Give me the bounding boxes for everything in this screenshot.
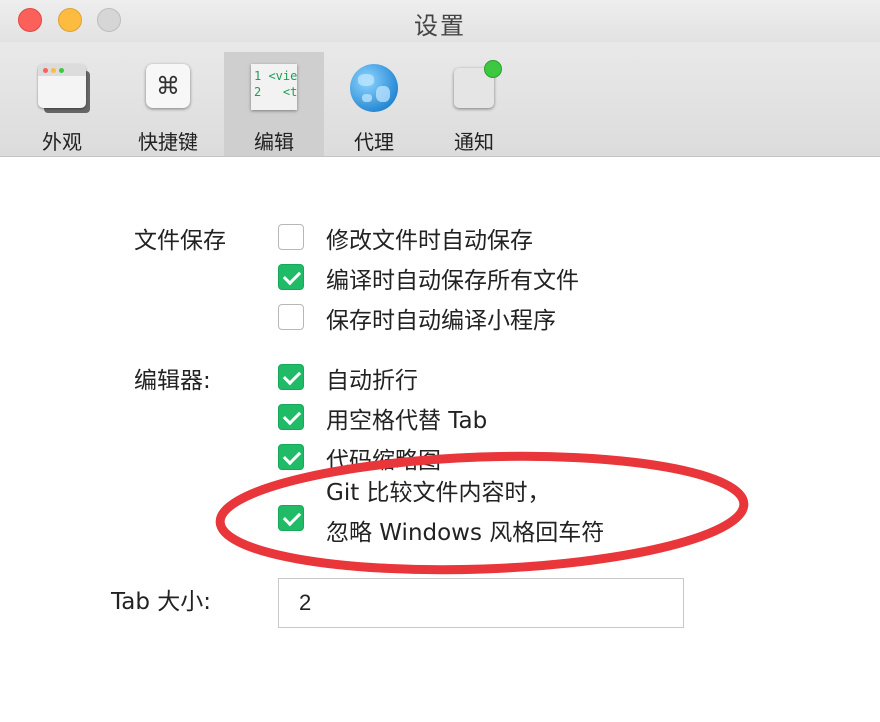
save-all-on-compile-checkbox[interactable]: [278, 264, 304, 290]
preferences-toolbar: 外观 ⌘ 快捷键 1 <view 2 <te 编辑 代理 通知: [0, 42, 880, 157]
save-all-on-compile-label: 编译时自动保存所有文件: [326, 268, 579, 294]
tab-notifications-label: 通知: [454, 130, 494, 154]
editor-settings-panel: 文件保存 修改文件时自动保存 编译时自动保存所有文件 保存时自动编译小程序 编辑…: [0, 157, 880, 722]
tab-size-input[interactable]: 2: [278, 578, 684, 628]
tab-appearance-label: 外观: [42, 130, 82, 154]
git-ignore-crlf-label: Git 比较文件内容时， 忽略 Windows 风格回车符: [326, 480, 605, 546]
word-wrap-label: 自动折行: [326, 368, 418, 394]
title-bar: 设置: [0, 0, 880, 42]
tab-appearance[interactable]: 外观: [12, 52, 112, 156]
spaces-for-tab-label: 用空格代替 Tab: [326, 408, 488, 434]
tab-proxy[interactable]: 代理: [324, 52, 424, 156]
globe-icon: [350, 64, 398, 112]
editor-section-label: 编辑器:: [134, 368, 211, 394]
minimap-checkbox[interactable]: [278, 444, 304, 470]
tab-editor[interactable]: 1 <view 2 <te 编辑: [224, 52, 324, 156]
code-editor-icon: 1 <view 2 <te: [251, 64, 297, 110]
command-key-icon: ⌘: [146, 64, 190, 108]
tab-shortcuts-label: 快捷键: [138, 130, 198, 154]
compile-on-save-label: 保存时自动编译小程序: [326, 308, 556, 334]
window-title: 设置: [414, 12, 466, 40]
git-ignore-crlf-checkbox[interactable]: [278, 505, 304, 531]
minimap-label: 代码缩略图: [326, 448, 441, 474]
tab-editor-label: 编辑: [254, 130, 294, 154]
tab-proxy-label: 代理: [354, 130, 394, 154]
spaces-for-tab-checkbox[interactable]: [278, 404, 304, 430]
compile-on-save-checkbox[interactable]: [278, 304, 304, 330]
appearance-window-icon: [38, 64, 86, 108]
autosave-on-modify-checkbox[interactable]: [278, 224, 304, 250]
notification-badge-icon: [484, 60, 502, 78]
word-wrap-checkbox[interactable]: [278, 364, 304, 390]
tab-notifications[interactable]: 通知: [424, 52, 524, 156]
tab-size-label: Tab 大小:: [111, 589, 211, 615]
notification-icon: [454, 60, 502, 108]
file-save-section-label: 文件保存: [134, 228, 226, 254]
tab-shortcuts[interactable]: ⌘ 快捷键: [118, 52, 218, 156]
autosave-on-modify-label: 修改文件时自动保存: [326, 228, 533, 254]
